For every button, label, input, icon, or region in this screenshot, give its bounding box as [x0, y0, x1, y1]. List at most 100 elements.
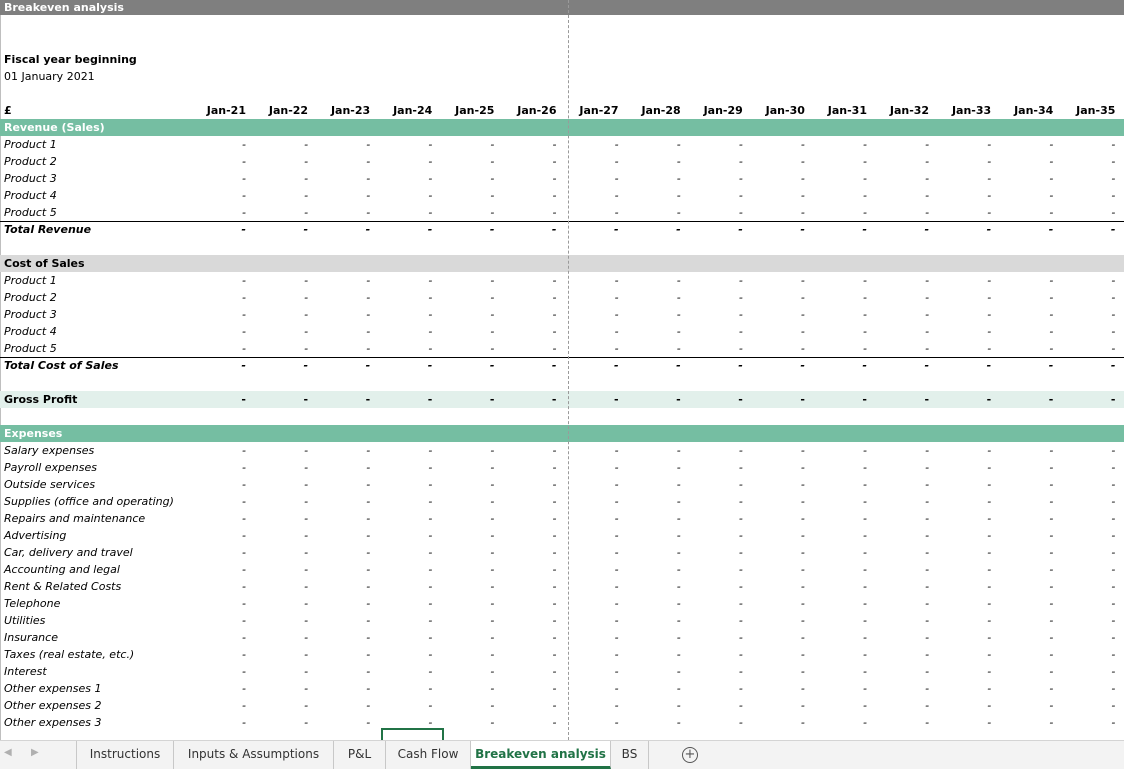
value-cell[interactable]: -: [184, 153, 246, 170]
value-cell[interactable]: -: [184, 612, 246, 629]
column-header[interactable]: Jan-34: [991, 102, 1053, 119]
value-cell[interactable]: -: [495, 544, 557, 561]
value-cell[interactable]: -: [432, 170, 494, 187]
value-cell[interactable]: -: [991, 170, 1053, 187]
value-cell[interactable]: -: [991, 391, 1054, 408]
value-cell[interactable]: -: [246, 629, 308, 646]
value-cell[interactable]: -: [929, 222, 992, 238]
value-cell[interactable]: -: [929, 578, 991, 595]
value-cell[interactable]: -: [619, 340, 681, 357]
value-cell[interactable]: -: [681, 561, 743, 578]
value-cell[interactable]: -: [681, 442, 743, 459]
value-cell[interactable]: -: [184, 136, 246, 153]
value-cell[interactable]: -: [1053, 306, 1115, 323]
value-cell[interactable]: -: [805, 663, 867, 680]
value-cell[interactable]: -: [929, 544, 991, 561]
value-cell[interactable]: -: [370, 578, 432, 595]
value-cell[interactable]: -: [991, 153, 1053, 170]
value-cell[interactable]: -: [495, 527, 557, 544]
value-cell[interactable]: -: [743, 391, 805, 408]
value-cell[interactable]: -: [681, 272, 743, 289]
value-cell[interactable]: -: [557, 527, 619, 544]
value-cell[interactable]: -: [929, 595, 991, 612]
value-cell[interactable]: -: [557, 663, 619, 680]
value-cell[interactable]: -: [432, 629, 494, 646]
value-cell[interactable]: -: [495, 391, 557, 408]
value-cell[interactable]: -: [743, 289, 805, 306]
value-cell[interactable]: -: [246, 714, 308, 731]
value-cell[interactable]: -: [619, 442, 681, 459]
value-cell[interactable]: -: [1053, 476, 1115, 493]
value-cell[interactable]: -: [681, 358, 743, 374]
value-cell[interactable]: -: [432, 222, 495, 238]
value-cell[interactable]: -: [432, 561, 494, 578]
value-cell[interactable]: -: [432, 442, 494, 459]
value-cell[interactable]: -: [308, 510, 370, 527]
value-cell[interactable]: -: [370, 493, 432, 510]
value-cell[interactable]: -: [308, 442, 370, 459]
total-cost-of-sales-row[interactable]: Total Cost of Sales - - - - - - - - - - - - - - -: [0, 357, 1124, 374]
value-cell[interactable]: -: [184, 561, 246, 578]
column-header[interactable]: Jan-27: [557, 102, 618, 119]
value-cell[interactable]: -: [867, 289, 929, 306]
value-cell[interactable]: -: [308, 306, 370, 323]
value-cell[interactable]: -: [929, 442, 991, 459]
value-cell[interactable]: -: [432, 187, 494, 204]
value-cell[interactable]: -: [991, 323, 1053, 340]
value-cell[interactable]: -: [308, 493, 370, 510]
value-cell[interactable]: -: [557, 136, 619, 153]
value-cell[interactable]: -: [743, 697, 805, 714]
value-cell[interactable]: -: [432, 153, 494, 170]
value-cell[interactable]: -: [432, 323, 494, 340]
value-cell[interactable]: -: [681, 476, 743, 493]
value-cell[interactable]: -: [246, 222, 309, 238]
value-cell[interactable]: -: [1053, 222, 1116, 238]
value-cell[interactable]: -: [246, 340, 308, 357]
value-cell[interactable]: -: [929, 391, 992, 408]
value-cell[interactable]: -: [557, 646, 619, 663]
value-cell[interactable]: -: [370, 340, 432, 357]
value-cell[interactable]: -: [308, 697, 370, 714]
value-cell[interactable]: -: [557, 323, 619, 340]
value-cell[interactable]: -: [743, 595, 805, 612]
value-cell[interactable]: -: [867, 544, 929, 561]
value-cell[interactable]: -: [619, 714, 681, 731]
value-cell[interactable]: -: [867, 204, 929, 221]
value-cell[interactable]: -: [557, 391, 619, 408]
value-cell[interactable]: -: [805, 442, 867, 459]
value-cell[interactable]: -: [867, 459, 929, 476]
value-cell[interactable]: -: [370, 153, 432, 170]
value-cell[interactable]: -: [805, 272, 867, 289]
value-cell[interactable]: -: [681, 289, 743, 306]
value-cell[interactable]: -: [929, 680, 991, 697]
spreadsheet-grid[interactable]: Breakeven analysis Fiscal year beginning…: [0, 0, 1124, 740]
value-cell[interactable]: -: [495, 187, 557, 204]
value-cell[interactable]: -: [432, 204, 494, 221]
value-cell[interactable]: -: [432, 340, 494, 357]
cost-row[interactable]: Product 2---------------: [0, 289, 1124, 306]
revenue-row[interactable]: Product 2---------------: [0, 153, 1124, 170]
value-cell[interactable]: -: [1053, 187, 1115, 204]
value-cell[interactable]: -: [370, 136, 432, 153]
value-cell[interactable]: -: [619, 136, 681, 153]
value-cell[interactable]: -: [805, 714, 867, 731]
value-cell[interactable]: -: [370, 612, 432, 629]
value-cell[interactable]: -: [619, 578, 681, 595]
value-cell[interactable]: -: [432, 510, 494, 527]
value-cell[interactable]: -: [743, 476, 805, 493]
value-cell[interactable]: -: [619, 323, 681, 340]
value-cell[interactable]: -: [432, 697, 494, 714]
triangle-left-icon[interactable]: ◀: [4, 747, 12, 758]
value-cell[interactable]: -: [805, 391, 867, 408]
value-cell[interactable]: -: [495, 323, 557, 340]
value-cell[interactable]: -: [308, 680, 370, 697]
expense-row[interactable]: Utilities - - - - - - - - - - - - - - -: [0, 612, 1124, 629]
value-cell[interactable]: -: [495, 714, 557, 731]
value-cell[interactable]: -: [1053, 136, 1115, 153]
value-cell[interactable]: -: [867, 561, 929, 578]
cost-row[interactable]: Product 1---------------: [0, 272, 1124, 289]
value-cell[interactable]: -: [929, 663, 991, 680]
tab-inputs-assumptions[interactable]: Inputs & Assumptions: [174, 741, 334, 769]
value-cell[interactable]: -: [370, 527, 432, 544]
total-revenue-row[interactable]: Total Revenue - - - - - - - - - - - - - - -: [0, 221, 1124, 238]
